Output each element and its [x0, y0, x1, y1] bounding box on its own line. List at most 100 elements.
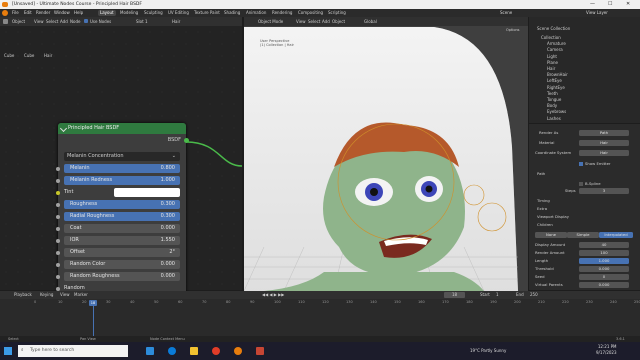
input-socket[interactable]: [56, 286, 60, 291]
3d-viewport[interactable]: Object Mode View Select Add Object Globa…: [244, 17, 528, 291]
field-value[interactable]: 0.000: [579, 282, 629, 288]
input-socket[interactable]: [56, 166, 60, 171]
outliner-item[interactable]: Eyebrows: [547, 109, 566, 115]
tab-animation[interactable]: Animation: [244, 10, 268, 16]
menu-view[interactable]: View: [34, 17, 44, 26]
input-radial-roughness[interactable]: Radial Roughness 0.300: [56, 212, 180, 221]
play-controls[interactable]: ◀◀ ◀ ▶ ▶▶: [262, 291, 284, 299]
input-socket[interactable]: [56, 274, 60, 279]
menu-select[interactable]: Select: [308, 17, 320, 26]
children-section-header[interactable]: Children: [537, 222, 553, 228]
collapse-icon[interactable]: [59, 124, 68, 133]
input-socket[interactable]: [56, 202, 60, 207]
menu-keying[interactable]: Keying: [40, 291, 53, 299]
outliner-item[interactable]: Lashes: [547, 116, 561, 122]
render-as-dropdown[interactable]: Path: [579, 130, 629, 136]
outliner-item[interactable]: Plane: [547, 60, 558, 66]
input-socket[interactable]: [56, 262, 60, 267]
outliner-item[interactable]: Light: [547, 54, 557, 60]
input-socket[interactable]: [56, 226, 60, 231]
bspline-checkbox[interactable]: [579, 182, 583, 186]
input-socket[interactable]: [56, 250, 60, 255]
outliner-item[interactable]: Body: [547, 103, 557, 109]
menu-view[interactable]: View: [296, 17, 306, 26]
file-explorer-icon[interactable]: [190, 347, 198, 355]
tab-scripting[interactable]: Scripting: [326, 10, 348, 16]
outliner-item[interactable]: BrownHair: [547, 72, 568, 78]
chrome-icon[interactable]: [212, 347, 220, 355]
menu-render[interactable]: Render: [36, 9, 50, 17]
timing-section-header[interactable]: Timing: [537, 198, 550, 204]
view-layer-selector[interactable]: View Layer: [586, 9, 608, 17]
app-taskbar-icon[interactable]: [256, 347, 264, 355]
material-dropdown[interactable]: Hair: [579, 140, 629, 146]
outliner[interactable]: Scene Collection Collection Armature Camer…: [529, 17, 640, 123]
outliner-item[interactable]: Camera: [547, 47, 563, 53]
options-button[interactable]: Options: [506, 28, 520, 32]
outliner-item[interactable]: Armature: [547, 41, 566, 47]
edge-icon[interactable]: [168, 347, 176, 355]
windows-start-icon[interactable]: [4, 347, 12, 355]
menu-edit[interactable]: Edit: [24, 9, 32, 17]
input-tint[interactable]: Tint: [56, 188, 180, 197]
blender-menu-icon[interactable]: [2, 10, 8, 16]
menu-add[interactable]: Add: [60, 17, 68, 26]
input-socket[interactable]: [56, 190, 60, 195]
editor-type-icon[interactable]: [3, 19, 8, 24]
input-socket[interactable]: [56, 238, 60, 243]
outliner-item[interactable]: RightEye: [547, 85, 565, 91]
parametrization-dropdown[interactable]: Melanin Concentration ⌄: [64, 152, 180, 161]
maximize-button[interactable]: ☐: [608, 0, 612, 9]
field-value[interactable]: 1.000: [579, 258, 629, 264]
viewport-display-section-header[interactable]: Viewport Display: [537, 214, 569, 220]
menu-select[interactable]: Select: [46, 17, 58, 26]
material-selector[interactable]: Hair: [172, 17, 180, 26]
field-value[interactable]: 100: [579, 250, 629, 256]
field-value[interactable]: 0.000: [579, 266, 629, 272]
close-button[interactable]: ✕: [626, 0, 630, 9]
taskbar-search-box[interactable]: ⌕ Type here to search: [18, 345, 128, 357]
field-value[interactable]: 40: [579, 242, 629, 248]
current-frame-field[interactable]: 18: [444, 292, 466, 298]
input-ior[interactable]: IOR 1.550: [56, 236, 180, 245]
blender-taskbar-icon[interactable]: [234, 347, 242, 355]
menu-marker[interactable]: Marker: [74, 291, 88, 299]
outliner-item[interactable]: Collection: [541, 35, 561, 41]
input-offset[interactable]: Offset 2°: [56, 248, 180, 257]
slot-dropdown[interactable]: Slot 1: [136, 17, 147, 26]
use-nodes-checkbox[interactable]: [84, 19, 88, 23]
menu-object[interactable]: Object: [332, 17, 345, 26]
menu-file[interactable]: File: [12, 9, 19, 17]
menu-help[interactable]: Help: [74, 9, 83, 17]
input-melanin-redness[interactable]: Melanin Redness 1.000: [56, 176, 180, 185]
weather-widget[interactable]: 19°C Partly Sunny: [470, 342, 506, 360]
outliner-item[interactable]: Teeth: [547, 91, 558, 97]
input-melanin[interactable]: Melanin 0.800: [56, 164, 180, 173]
steps-field[interactable]: 3: [579, 188, 629, 194]
node-header[interactable]: Principled Hair BSDF: [58, 123, 186, 134]
input-roughness[interactable]: Roughness 0.300: [56, 200, 180, 209]
children-mode-simple[interactable]: Simple: [567, 232, 599, 238]
field-value[interactable]: 0: [579, 274, 629, 280]
tab-modeling[interactable]: Modeling: [118, 10, 140, 16]
outliner-item[interactable]: Hair: [547, 66, 555, 72]
orientation-dropdown[interactable]: Global: [364, 17, 377, 26]
breadcrumb-item[interactable]: Cube: [24, 52, 34, 60]
menu-window[interactable]: Window: [54, 9, 70, 17]
start-field[interactable]: 1: [496, 291, 499, 299]
task-view-icon[interactable]: [146, 347, 154, 355]
tab-texture-paint[interactable]: Texture Paint: [192, 10, 222, 16]
show-emitter-checkbox[interactable]: [579, 162, 583, 166]
children-mode-interpolated[interactable]: Interpolated: [599, 232, 633, 238]
breadcrumb-item[interactable]: Hair: [44, 52, 52, 60]
tint-color-swatch[interactable]: [114, 188, 180, 197]
tab-layout[interactable]: Layout: [98, 10, 116, 16]
input-random-roughness[interactable]: Random Roughness 0.000: [56, 272, 180, 281]
coordinate-system-dropdown[interactable]: Hair: [579, 150, 629, 156]
breadcrumb-item[interactable]: Cube: [4, 52, 14, 60]
menu-node[interactable]: Node: [70, 17, 80, 26]
menu-add[interactable]: Add: [322, 17, 330, 26]
input-random-color[interactable]: Random Color 0.000: [56, 260, 180, 269]
properties-panel[interactable]: Render As Path Material Hair Coordinate …: [529, 124, 640, 315]
node-editor[interactable]: Cube Cube Hair Principled Hair BSDF BSDF…: [0, 26, 242, 299]
